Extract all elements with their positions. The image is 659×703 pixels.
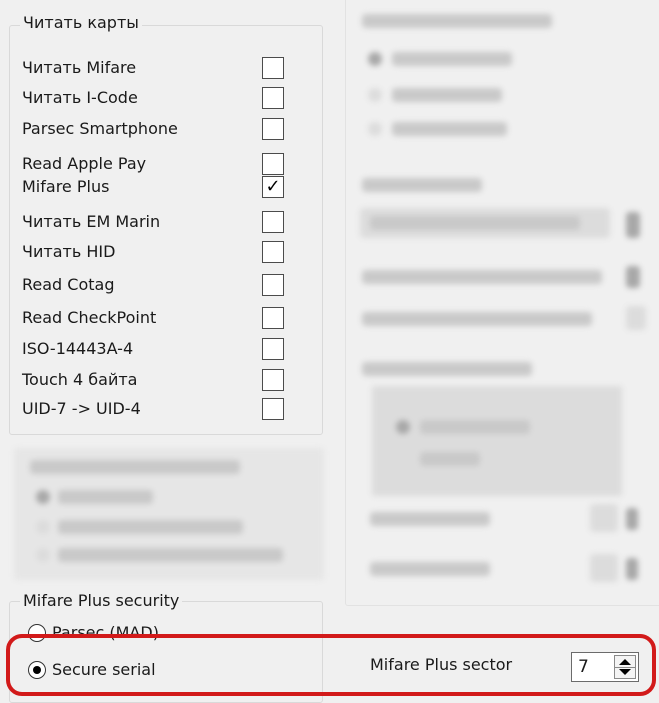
read-card-option-label: Parsec Smartphone	[22, 119, 178, 138]
read-card-option-label: Читать EM Marin	[22, 212, 161, 231]
checkbox[interactable]	[262, 307, 284, 329]
read-card-option-label: Читать I-Code	[22, 88, 138, 107]
check-icon: ✓	[265, 176, 281, 197]
read-card-option-label: UID-7 -> UID-4	[22, 399, 141, 418]
checkbox[interactable]	[262, 153, 284, 175]
read-card-option[interactable]: Читать Mifare	[22, 56, 292, 80]
checkbox[interactable]	[262, 241, 284, 263]
read-card-option[interactable]: Читать EM Marin	[22, 210, 292, 234]
checkbox[interactable]	[262, 274, 284, 296]
checkbox[interactable]	[262, 211, 284, 233]
highlight-annotation	[6, 634, 656, 696]
checkbox[interactable]	[262, 87, 284, 109]
read-card-option-label: Читать HID	[22, 242, 116, 261]
read-card-option[interactable]: Read Apple Pay	[22, 152, 292, 176]
read-card-option[interactable]: ISO-14443A-4	[22, 337, 292, 361]
checkbox[interactable]	[262, 398, 284, 420]
read-card-option-label: Читать Mifare	[22, 58, 137, 77]
checkbox[interactable]	[262, 338, 284, 360]
read-card-option[interactable]: Parsec Smartphone	[22, 117, 292, 141]
read-card-option[interactable]: Читать I-Code	[22, 86, 292, 110]
read-card-option[interactable]: Mifare Plus ✓	[22, 175, 292, 199]
read-card-option-label: Read CheckPoint	[22, 308, 157, 327]
checkbox[interactable]: ✓	[262, 176, 284, 198]
read-card-option[interactable]: Читать HID	[22, 240, 292, 264]
read-card-option-label: Read Cotag	[22, 275, 115, 294]
checkbox[interactable]	[262, 118, 284, 140]
read-card-option-label: Read Apple Pay	[22, 154, 147, 173]
read-card-option-label: Mifare Plus	[22, 177, 110, 196]
read-card-option[interactable]: Read CheckPoint	[22, 306, 292, 330]
checkbox[interactable]	[262, 57, 284, 79]
read-card-option[interactable]: Touch 4 байта	[22, 368, 292, 392]
read-card-option[interactable]: Read Cotag	[22, 273, 292, 297]
checkbox[interactable]	[262, 369, 284, 391]
read-card-option[interactable]: UID-7 -> UID-4	[22, 397, 292, 421]
read-card-option-label: Touch 4 байта	[22, 370, 138, 389]
read-card-option-label: ISO-14443A-4	[22, 339, 134, 358]
mifare-plus-security-title: Mifare Plus security	[20, 591, 183, 611]
read-cards-title: Читать карты	[20, 13, 142, 33]
